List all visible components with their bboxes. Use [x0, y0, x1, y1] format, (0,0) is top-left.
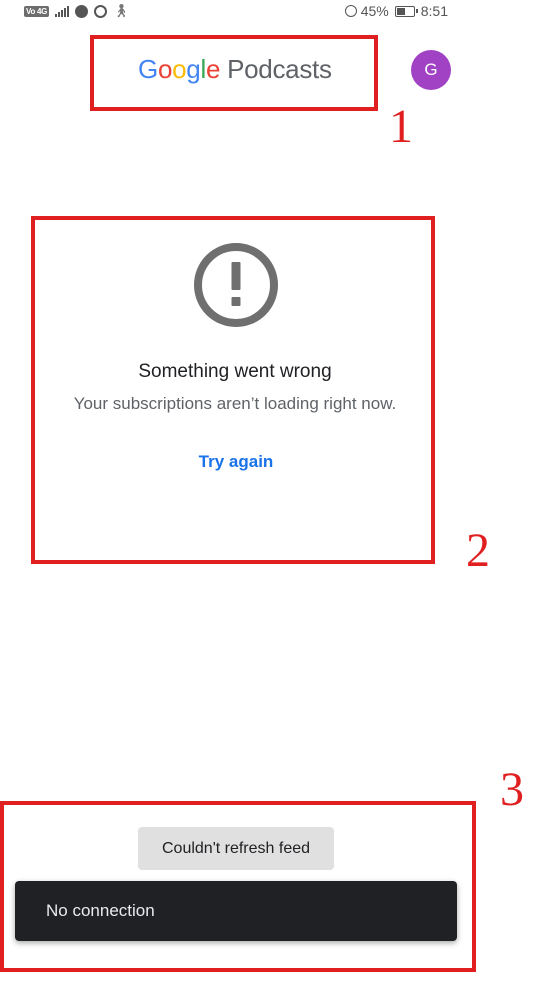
status-bar-left: Vo 4G 🚶︎ — [24, 3, 130, 19]
spotify-icon — [75, 4, 89, 18]
annotation-box-2 — [31, 216, 435, 564]
status-bar: Vo 4G 🚶︎ 45% 8:51 — [0, 0, 470, 22]
whatsapp-icon — [94, 4, 108, 18]
signal-icon — [55, 5, 70, 17]
battery-percent: 45% — [360, 3, 389, 19]
status-bar-right: 45% 8:51 — [344, 3, 448, 19]
annotation-box-1 — [90, 35, 378, 111]
annotation-number-1: 1 — [389, 100, 413, 153]
alarm-icon — [344, 5, 357, 17]
margin-strip — [470, 0, 534, 1006]
carrier-badge: Vo 4G — [24, 5, 50, 17]
battery-icon — [394, 5, 418, 17]
account-avatar[interactable]: G — [411, 50, 451, 90]
annotation-box-3 — [0, 801, 476, 972]
annotation-number-2: 2 — [466, 524, 490, 577]
annotation-number-3: 3 — [500, 763, 524, 816]
clock: 8:51 — [420, 3, 448, 19]
walk-icon: 🚶︎ — [113, 3, 130, 18]
